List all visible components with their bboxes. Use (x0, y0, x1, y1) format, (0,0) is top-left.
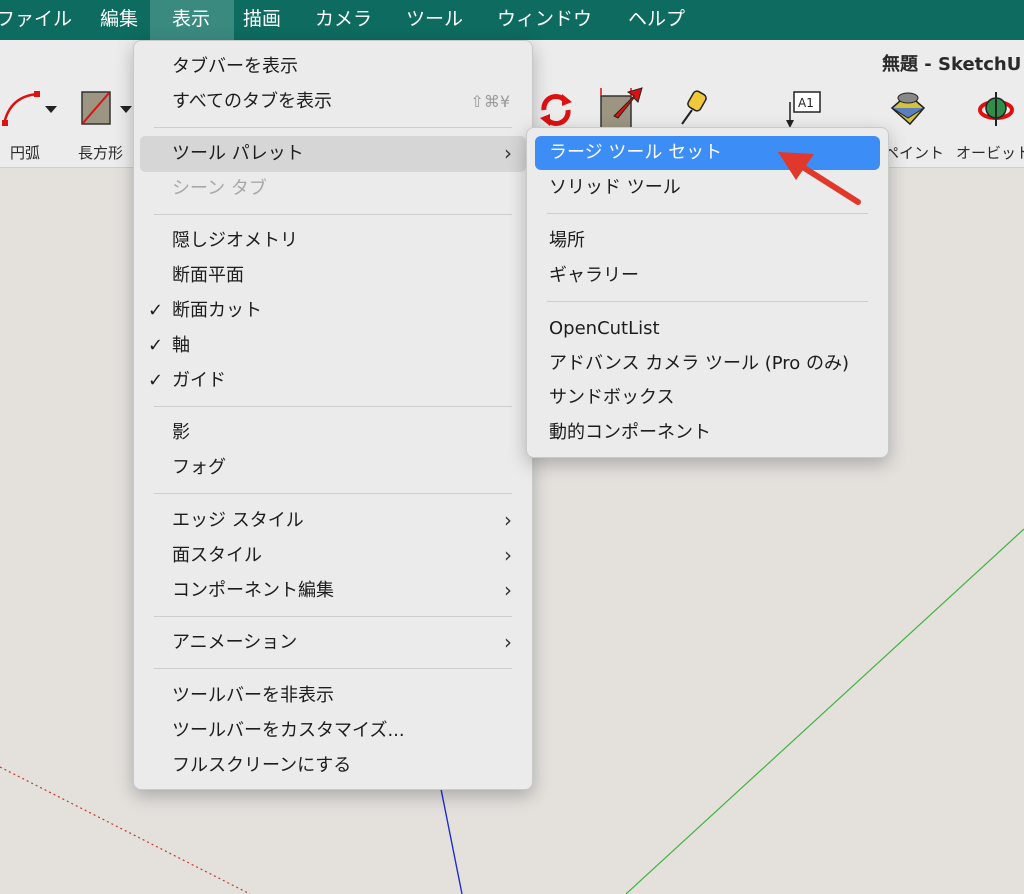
menu-separator (154, 668, 512, 669)
menu-item-show-tab-bar[interactable]: タブバーを表示 (172, 56, 298, 78)
orbit-tool-button[interactable] (974, 88, 1018, 134)
menu-separator (154, 127, 512, 128)
menu-item-section-planes[interactable]: 断面平面 (172, 265, 244, 287)
menu-draw[interactable]: 描画 (243, 0, 281, 40)
menu-item-component-edit[interactable]: コンポーネント編集 (172, 580, 334, 602)
arc-dropdown-icon[interactable] (45, 106, 57, 113)
text-label-icon: A1 (786, 91, 821, 128)
menu-edit[interactable]: 編集 (100, 0, 138, 40)
rotate-icon (540, 94, 572, 126)
menu-window[interactable]: ウィンドウ (497, 0, 592, 40)
window-title: 無題 - SketchU (882, 54, 1022, 75)
menu-item-edge-style[interactable]: エッジ スタイル (172, 510, 304, 532)
menu-item-animation[interactable]: アニメーション (172, 632, 297, 654)
view-menu-dropdown: タブバーを表示 すべてのタブを表示 ⇧⌘¥ ツール パレット › シーン タブ … (133, 40, 533, 790)
push-pull-icon (600, 87, 643, 129)
menu-file[interactable]: ファイル (0, 0, 72, 40)
menu-separator (154, 214, 512, 215)
chevron-right-icon: › (504, 630, 512, 654)
rectangle-icon (81, 91, 111, 125)
menu-separator (547, 301, 868, 302)
menu-item-scene-tabs: シーン タブ (172, 178, 267, 199)
submenu-item-gallery[interactable]: ギャラリー (549, 265, 639, 287)
submenu-item-location[interactable]: 場所 (549, 230, 585, 252)
chevron-right-icon: › (504, 141, 512, 165)
menu-help[interactable]: ヘルプ (628, 0, 685, 40)
menu-bar: ファイル 編集 表示 描画 カメラ ツール ウィンドウ ヘルプ (0, 0, 1024, 40)
check-icon: ✓ (148, 370, 164, 391)
menu-item-enter-fullscreen[interactable]: フルスクリーンにする (172, 755, 351, 777)
menu-camera[interactable]: カメラ (315, 0, 372, 40)
rectangle-tool-label: 長方形 (78, 144, 124, 162)
menu-item-guides[interactable]: ガイド (172, 370, 226, 392)
menu-item-axes[interactable]: 軸 (172, 335, 190, 357)
blue-axis-line (440, 788, 463, 894)
show-all-tabs-shortcut: ⇧⌘¥ (470, 92, 510, 111)
menu-item-hidden-geometry[interactable]: 隠しジオメトリ (172, 230, 298, 252)
check-icon: ✓ (148, 335, 164, 356)
chevron-right-icon: › (504, 543, 512, 567)
submenu-item-advanced-camera-tools[interactable]: アドバンス カメラ ツール (Pro のみ) (549, 353, 849, 375)
check-icon: ✓ (148, 300, 164, 321)
rectangle-tool-button[interactable] (80, 88, 114, 132)
menu-item-section-cuts[interactable]: 断面カット (172, 300, 262, 322)
menu-item-customize-toolbar[interactable]: ツールバーをカスタマイズ... (172, 720, 405, 742)
menu-separator (547, 213, 868, 214)
annotation-arrow-icon (778, 152, 861, 205)
paint-bucket-tool-button[interactable] (886, 88, 930, 134)
submenu-item-sandbox[interactable]: サンドボックス (549, 387, 674, 409)
paint-bucket-tool-label: ペイント (884, 144, 945, 162)
text-label-icon-text: A1 (798, 96, 814, 110)
arc-icon (2, 91, 40, 126)
chevron-right-icon: › (504, 578, 512, 602)
menu-item-show-all-tabs[interactable]: すべてのタブを表示 (172, 91, 332, 113)
rectangle-dropdown-icon[interactable] (120, 106, 132, 113)
menu-item-shadows[interactable]: 影 (172, 422, 190, 444)
menu-separator (154, 406, 512, 407)
menu-separator (154, 616, 512, 617)
chevron-right-icon: › (504, 508, 512, 532)
submenu-item-solid-tools[interactable]: ソリッド ツール (549, 177, 681, 199)
submenu-item-large-tool-set[interactable]: ラージ ツール セット (549, 142, 722, 164)
menu-separator (154, 493, 512, 494)
arc-tool-button[interactable] (0, 88, 44, 134)
menu-tools[interactable]: ツール (406, 0, 463, 40)
orbit-tool-label: オービット (956, 144, 1024, 162)
submenu-item-opencutlist[interactable]: OpenCutList (549, 318, 660, 340)
menu-item-face-style[interactable]: 面スタイル (172, 545, 262, 567)
green-axis-line (625, 528, 1024, 894)
submenu-item-dynamic-components[interactable]: 動的コンポーネント (549, 422, 711, 444)
orbit-icon (978, 92, 1014, 126)
menu-view[interactable]: 表示 (150, 0, 234, 40)
menu-item-fog[interactable]: フォグ (172, 457, 226, 479)
menu-item-hide-toolbar[interactable]: ツールバーを非表示 (172, 685, 334, 707)
arc-tool-label: 円弧 (10, 144, 41, 162)
tape-measure-tool-button[interactable] (676, 88, 710, 132)
menu-item-tool-palette[interactable]: ツール パレット (172, 143, 304, 165)
paint-bucket-icon (890, 92, 926, 126)
tape-measure-icon (681, 90, 707, 125)
